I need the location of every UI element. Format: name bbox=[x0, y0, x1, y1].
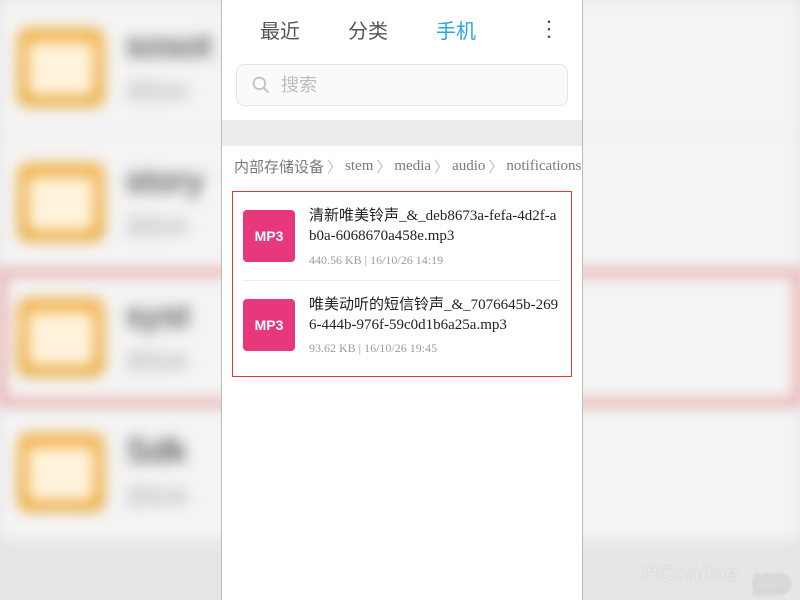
filetype-badge: MP3 bbox=[243, 210, 295, 262]
filetype-badge: MP3 bbox=[243, 299, 295, 351]
bg-title: syst bbox=[126, 297, 193, 336]
watermark: PConline 太平洋电脑网 bbox=[642, 561, 792, 594]
chevron-right-icon: 〉 bbox=[327, 156, 342, 177]
search-icon bbox=[251, 75, 271, 95]
watermark-text: PConline bbox=[642, 561, 739, 586]
folder-icon bbox=[18, 28, 104, 106]
crumb[interactable]: audio bbox=[452, 158, 485, 175]
chevron-right-icon: 〉 bbox=[434, 156, 449, 177]
search-input[interactable] bbox=[281, 75, 553, 96]
section-gap bbox=[222, 120, 582, 146]
file-stat: 93.62 KB | 16/10/26 19:45 bbox=[309, 341, 561, 356]
folder-icon bbox=[18, 163, 104, 241]
bg-title: sosot bbox=[126, 27, 212, 66]
phone-panel: 最近 分类 手机 ⋮ 内部存储设备 〉 stem 〉 media 〉 audio… bbox=[221, 0, 583, 600]
crumb[interactable]: 内部存储设备 bbox=[234, 156, 324, 177]
watermark-badge: 太平洋电脑网 bbox=[752, 574, 792, 594]
file-row[interactable]: MP3 清新唯美铃声_&_deb8673a-fefa-4d2f-ab0a-606… bbox=[233, 192, 571, 280]
crumb[interactable]: media bbox=[394, 158, 431, 175]
bg-title: story bbox=[126, 162, 205, 201]
bg-subtitle: 2014- bbox=[126, 481, 193, 512]
more-icon[interactable]: ⋮ bbox=[538, 16, 560, 42]
bg-subtitle: 2014- bbox=[126, 346, 193, 377]
tab-bar: 最近 分类 手机 ⋮ bbox=[222, 0, 582, 58]
bg-subtitle: 2014- bbox=[126, 211, 205, 242]
file-name: 清新唯美铃声_&_deb8673a-fefa-4d2f-ab0a-6068670… bbox=[309, 206, 561, 247]
chevron-right-icon: 〉 bbox=[488, 156, 503, 177]
file-name: 唯美动听的短信铃声_&_7076645b-2696-444b-976f-59c0… bbox=[309, 295, 561, 336]
breadcrumb: 内部存储设备 〉 stem 〉 media 〉 audio 〉 notifica… bbox=[222, 146, 582, 185]
file-stat: 440.56 KB | 16/10/26 14:19 bbox=[309, 253, 561, 268]
tab-phone[interactable]: 手机 bbox=[436, 15, 476, 44]
bg-title: Sdk bbox=[126, 432, 193, 471]
tab-recent[interactable]: 最近 bbox=[260, 15, 300, 44]
file-list-highlight: MP3 清新唯美铃声_&_deb8673a-fefa-4d2f-ab0a-606… bbox=[232, 191, 572, 377]
crumb[interactable]: stem bbox=[345, 158, 373, 175]
chevron-right-icon: 〉 bbox=[376, 156, 391, 177]
file-row[interactable]: MP3 唯美动听的短信铃声_&_7076645b-2696-444b-976f-… bbox=[233, 281, 571, 369]
folder-icon bbox=[18, 298, 104, 376]
tab-category[interactable]: 分类 bbox=[348, 15, 388, 44]
folder-icon bbox=[18, 433, 104, 511]
crumb[interactable]: notifications bbox=[506, 158, 581, 175]
search-field[interactable] bbox=[236, 64, 568, 106]
bg-subtitle: 2014- bbox=[126, 76, 212, 107]
